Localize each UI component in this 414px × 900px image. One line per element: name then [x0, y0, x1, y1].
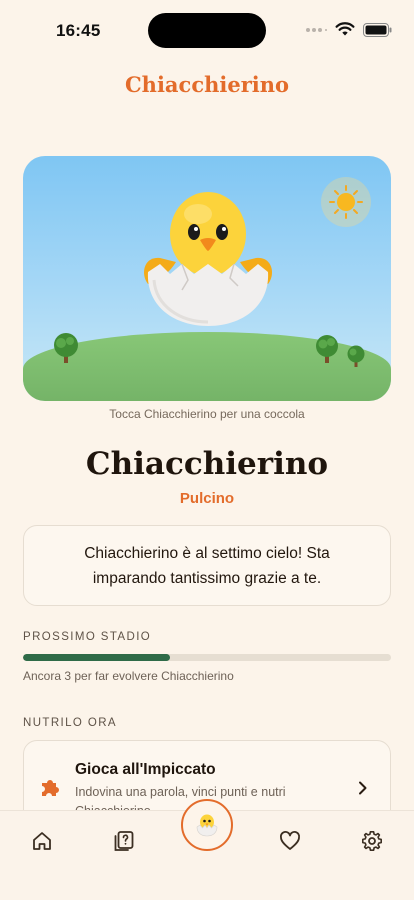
chevron-right-icon	[359, 781, 367, 795]
feed-section-label: NUTRILO ORA	[23, 717, 117, 729]
hangman-title: Gioca all'Impiccato	[75, 761, 216, 778]
dynamic-island	[148, 13, 266, 48]
gear-icon[interactable]	[360, 829, 384, 853]
hatching-chick-icon	[196, 814, 218, 837]
tab-bar	[0, 799, 414, 900]
signal-icon	[306, 27, 327, 32]
hatching-chick-pet[interactable]	[138, 180, 278, 330]
quiz-cards-icon[interactable]	[112, 829, 136, 853]
home-icon[interactable]	[30, 829, 54, 853]
pet-stage: Pulcino	[179, 490, 235, 507]
app-title: Chiacchierino	[124, 72, 290, 97]
pet-mood-text: Chiacchierino è al settimo cielo! Sta im…	[84, 544, 330, 587]
pet-tab-button[interactable]	[181, 799, 233, 851]
tree-left	[54, 333, 78, 363]
status-bar: 16:45	[0, 0, 414, 60]
status-time: 16:45	[56, 21, 101, 40]
pet-scene[interactable]	[23, 156, 391, 401]
wifi-icon	[335, 22, 355, 36]
evolution-progress-bar	[23, 654, 391, 661]
puzzle-icon	[42, 780, 59, 796]
heart-icon[interactable]	[278, 829, 302, 853]
status-icons	[305, 22, 392, 37]
sun-icon	[321, 177, 371, 227]
progress-label: PROSSIMO STADIO	[23, 631, 152, 643]
tree-right-small	[347, 345, 365, 367]
pet-hint-text: Tocca Chiacchierino per una coccola	[109, 407, 305, 421]
battery-icon	[363, 22, 392, 37]
pet-mood-card: Chiacchierino è al settimo cielo! Sta im…	[23, 525, 391, 606]
evolution-progress-fill	[23, 654, 171, 661]
progress-caption: Ancora 3 per far evolvere Chiacchierino	[23, 669, 234, 683]
tree-right-large	[316, 335, 338, 363]
pet-name: Chiacchierino	[85, 446, 329, 482]
